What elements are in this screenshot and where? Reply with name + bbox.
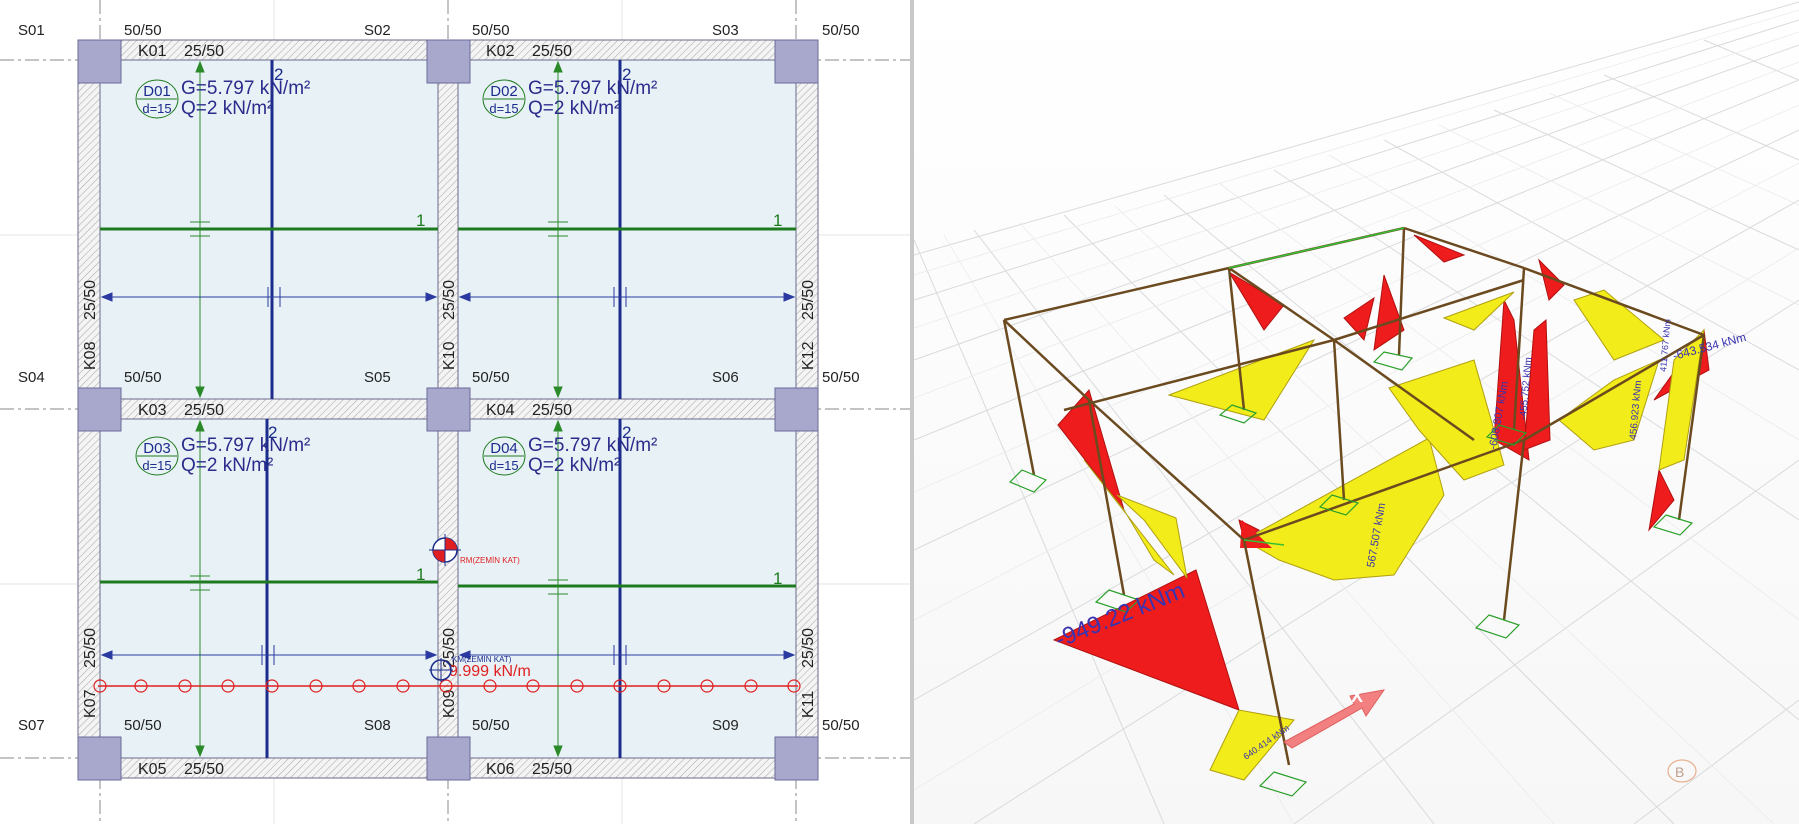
column-size-s02: 50/50 (472, 22, 510, 39)
dir1-label-d01: 1 (416, 211, 425, 230)
app-window: 2 2 2 2 1 1 1 1 D01 d=15 G=5.797 kN/m² Q… (0, 0, 1799, 824)
axis-marker-label: B (1675, 764, 1684, 780)
beam-id-k03: K03 (138, 402, 167, 419)
beam-size-k07: 25/50 (82, 628, 99, 668)
beam-size-k01: 25/50 (184, 43, 224, 60)
beam-size-k10: 25/50 (441, 280, 458, 320)
column-s06[interactable] (774, 387, 819, 432)
column-id-s08: S08 (364, 717, 391, 734)
slab-id-text: D03 (143, 440, 171, 457)
beam-size-k06: 25/50 (532, 761, 572, 778)
slab-live-load: Q=2 kN/m² (528, 455, 620, 476)
column-size-s08: 50/50 (472, 717, 510, 734)
slab-thickness-text: d=15 (489, 101, 518, 116)
column-size-s04: 50/50 (124, 369, 162, 386)
floor-plan-view[interactable]: 2 2 2 2 1 1 1 1 D01 d=15 G=5.797 kN/m² Q… (0, 0, 910, 824)
beam-size-k05: 25/50 (184, 761, 224, 778)
line-load-value: 9.999 kN/m (449, 663, 531, 680)
column-id-s09: S09 (712, 717, 739, 734)
column-id-s04: S04 (18, 369, 45, 386)
column-size-s09: 50/50 (822, 717, 860, 734)
slab-id-text: D02 (490, 83, 518, 100)
slab-thickness-text: d=15 (142, 458, 171, 473)
column-size-s06: 50/50 (822, 369, 860, 386)
center-of-rigidity-label: RM(ZEMİN KAT) (460, 556, 520, 565)
column-id-s05: S05 (364, 369, 391, 386)
beam-id-k08: K08 (82, 341, 99, 370)
floor-plan-canvas[interactable]: 2 2 2 2 1 1 1 1 D01 d=15 G=5.797 kN/m² Q… (0, 0, 910, 824)
3d-model-view[interactable]: X B -949.22 kNm -643.534 kNm 640.414 kNm… (914, 0, 1799, 824)
dir1-label-d02: 1 (773, 211, 782, 230)
slab-dead-load: G=5.797 kN/m² (528, 435, 657, 456)
column-s08[interactable] (426, 736, 471, 781)
dir1-label-d04: 1 (773, 569, 782, 588)
beam-size-k02: 25/50 (532, 43, 572, 60)
beam-id-k10: K10 (441, 341, 458, 370)
column-s09[interactable] (774, 736, 819, 781)
column-id-s02: S02 (364, 22, 391, 39)
slab-id-text: D04 (490, 440, 518, 457)
beam-size-k11: 25/50 (800, 628, 817, 668)
slab-live-load: Q=2 kN/m² (528, 98, 620, 119)
column-s05[interactable] (426, 387, 471, 432)
column-s03[interactable] (774, 39, 819, 84)
beam-size-k03: 25/50 (184, 402, 224, 419)
slab-thickness-text: d=15 (142, 101, 171, 116)
beam-id-k05: K05 (138, 761, 167, 778)
column-id-s01: S01 (18, 22, 45, 39)
axis-x-label: X (1351, 686, 1363, 706)
column-s04[interactable] (77, 387, 122, 432)
dir1-label-d03: 1 (416, 565, 425, 584)
column-size-s03: 50/50 (822, 22, 860, 39)
column-s01[interactable] (77, 39, 122, 84)
slab-live-load: Q=2 kN/m² (181, 98, 273, 119)
slab-dead-load: G=5.797 kN/m² (528, 78, 657, 99)
beam-id-k09: K09 (441, 689, 458, 718)
slab-thickness-text: d=15 (489, 458, 518, 473)
slab-id-text: D01 (143, 83, 171, 100)
slab-dead-load: G=5.797 kN/m² (181, 78, 310, 99)
column-size-s01: 50/50 (124, 22, 162, 39)
beam-id-k01: K01 (138, 43, 167, 60)
slab-live-load: Q=2 kN/m² (181, 455, 273, 476)
slab-dead-load: G=5.797 kN/m² (181, 435, 310, 456)
column-size-s07: 50/50 (124, 717, 162, 734)
beam-size-k12: 25/50 (800, 280, 817, 320)
column-s07[interactable] (77, 736, 122, 781)
beam-size-k04: 25/50 (532, 402, 572, 419)
beam-id-k02: K02 (486, 43, 515, 60)
beam-id-k12: K12 (800, 341, 817, 370)
center-of-mass-label: KM(ZEMİN KAT) (452, 655, 512, 664)
beam-id-k11: K11 (800, 691, 817, 718)
beam-id-k04: K04 (486, 402, 515, 419)
column-size-s05: 50/50 (472, 369, 510, 386)
column-id-s07: S07 (18, 717, 45, 734)
column-id-s03: S03 (712, 22, 739, 39)
column-s02[interactable] (426, 39, 471, 84)
beam-size-k08: 25/50 (82, 280, 99, 320)
beam-id-k07: K07 (82, 689, 99, 718)
beam-id-k06: K06 (486, 761, 515, 778)
3d-canvas[interactable]: X B -949.22 kNm -643.534 kNm 640.414 kNm… (914, 0, 1799, 824)
column-id-s06: S06 (712, 369, 739, 386)
